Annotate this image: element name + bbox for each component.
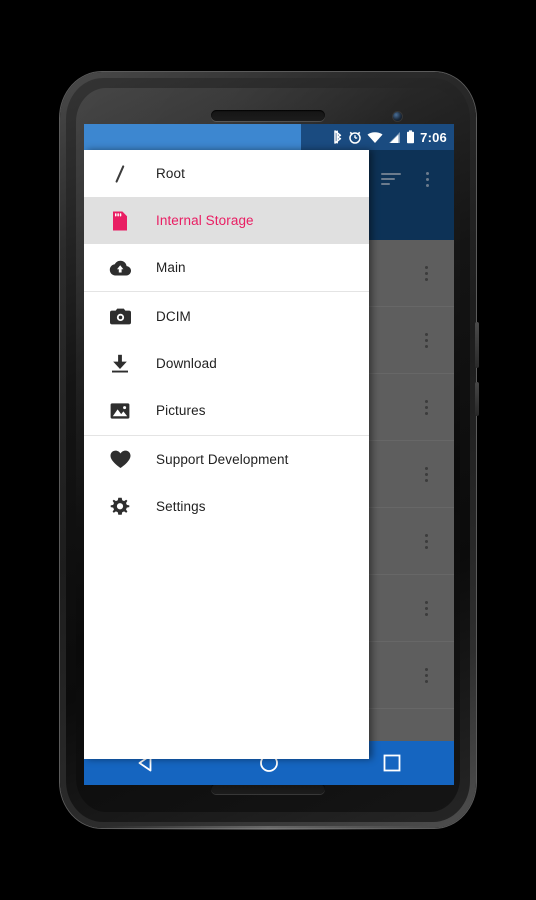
- nav-recents-button[interactable]: [364, 741, 420, 785]
- overflow-menu-icon[interactable]: [413, 459, 439, 489]
- sidebar-item-root[interactable]: Root: [84, 150, 369, 197]
- sidebar-item-download[interactable]: Download: [84, 340, 369, 387]
- sidebar-item-label: Pictures: [156, 403, 206, 418]
- front-camera-lens: [393, 112, 402, 121]
- drawer-group-app: Support Development Settings: [84, 436, 369, 530]
- status-bar-clock: 7:06: [420, 129, 447, 145]
- sd-card-icon: [109, 210, 131, 232]
- overflow-menu-icon[interactable]: [413, 392, 439, 422]
- image-icon: [109, 400, 131, 422]
- sidebar-item-label: DCIM: [156, 309, 191, 324]
- drawer-group-folders: DCIM Download Pictures: [84, 292, 369, 436]
- overflow-menu-icon[interactable]: [413, 660, 439, 690]
- sidebar-item-label: Download: [156, 356, 217, 371]
- gear-icon: [109, 496, 131, 518]
- phone-bottom-trim: [104, 826, 432, 830]
- overflow-menu-icon[interactable]: [413, 258, 439, 288]
- drawer-group-roots: Root Internal Storage Main: [84, 150, 369, 292]
- sidebar-item-main[interactable]: Main: [84, 244, 369, 291]
- sidebar-item-support-development[interactable]: Support Development: [84, 436, 369, 483]
- heart-icon: [109, 449, 131, 471]
- cell-signal-icon: [388, 131, 401, 144]
- status-bar-right-region: 7:06: [301, 124, 454, 150]
- wifi-icon: [367, 131, 383, 144]
- bluetooth-icon: [333, 130, 343, 144]
- power-button[interactable]: [475, 322, 479, 368]
- sidebar-item-dcim[interactable]: DCIM: [84, 293, 369, 340]
- battery-icon: [406, 130, 415, 144]
- download-icon: [109, 353, 131, 375]
- square-icon: [383, 754, 401, 772]
- navigation-drawer: Root Internal Storage Main DCIM Download…: [84, 150, 369, 759]
- drawer-group-bottom-padding: [84, 434, 369, 435]
- sidebar-item-pictures[interactable]: Pictures: [84, 387, 369, 434]
- status-bar-left-region: [84, 124, 301, 150]
- phone-screen: 7:06 Root Internal Storage Main DCIM Dow…: [84, 124, 454, 785]
- sidebar-item-label: Settings: [156, 499, 206, 514]
- sidebar-item-settings[interactable]: Settings: [84, 483, 369, 530]
- cloud-upload-icon: [109, 257, 131, 279]
- status-bar: 7:06: [84, 124, 454, 150]
- sidebar-item-label: Support Development: [156, 452, 289, 467]
- alarm-icon: [348, 130, 362, 144]
- volume-button[interactable]: [475, 382, 479, 416]
- slash-icon: [109, 163, 131, 185]
- sidebar-item-label: Root: [156, 166, 185, 181]
- camera-icon: [109, 306, 131, 328]
- overflow-menu-icon[interactable]: [413, 325, 439, 355]
- sidebar-item-internal-storage[interactable]: Internal Storage: [84, 197, 369, 244]
- sidebar-item-label: Main: [156, 260, 186, 275]
- overflow-menu-icon[interactable]: [414, 164, 440, 194]
- earpiece-speaker-grille: [211, 110, 325, 121]
- overflow-menu-icon[interactable]: [413, 526, 439, 556]
- sidebar-item-label: Internal Storage: [156, 213, 254, 228]
- sort-icon[interactable]: [378, 164, 408, 194]
- overflow-menu-icon[interactable]: [413, 593, 439, 623]
